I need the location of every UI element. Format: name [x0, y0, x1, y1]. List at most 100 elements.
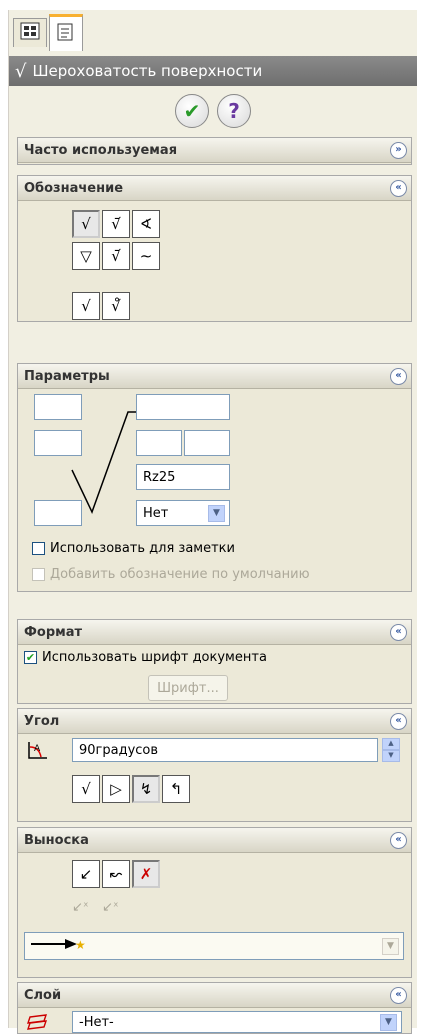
- group-format: Формат « ✔ Использовать шрифт документа …: [17, 619, 412, 704]
- symbol-jis-basic-button[interactable]: ▽: [72, 242, 100, 270]
- group-layer-header[interactable]: Слой «: [18, 983, 411, 1008]
- layer-select[interactable]: -Нет- ▼: [72, 1011, 402, 1033]
- collapse-icon[interactable]: «: [390, 986, 407, 1004]
- upright-icon: √: [81, 780, 91, 798]
- symbol-all-around-button[interactable]: √̊: [102, 292, 130, 320]
- basic-roughness-icon: √: [81, 215, 91, 233]
- jis-triangle-icon: ▽: [80, 247, 92, 265]
- group-angle: Угол « A 90градусов ▲ ▼ √ ▷ ↯ ↰: [17, 708, 412, 822]
- use-for-note-checkbox[interactable]: [32, 542, 45, 555]
- help-button[interactable]: ?: [217, 94, 251, 128]
- collapse-icon[interactable]: «: [390, 712, 407, 730]
- panel-splitter-handle[interactable]: ⋮: [417, 528, 422, 544]
- checkmark-icon: ✔: [183, 99, 201, 123]
- leader-straight-icon: ↙: [79, 865, 93, 883]
- symbol-jis-no-machining-button[interactable]: ∼: [132, 242, 160, 270]
- property-manager: √ Шероховатость поверхности ✔ ? Часто ис…: [8, 10, 417, 1034]
- param-roughness-input[interactable]: Rz25: [136, 464, 230, 490]
- group-leader: Выноска « ↙ ↜ ✗ ↙ˣ ↙ˣ ★ ▼: [17, 827, 412, 978]
- leader-bent-button[interactable]: ↜: [102, 860, 130, 888]
- group-title: Выноска: [24, 832, 89, 848]
- default-symbol-checkbox: [32, 568, 45, 581]
- collapse-icon[interactable]: «: [390, 367, 407, 385]
- panel-title-bar: √ Шероховатость поверхности: [9, 56, 417, 86]
- group-title: Параметры: [24, 368, 110, 384]
- rotation-perpendicular-button[interactable]: ↯: [132, 775, 160, 803]
- spin-up-icon[interactable]: ▲: [382, 738, 400, 750]
- group-angle-header[interactable]: Угол «: [18, 709, 411, 734]
- symbol-basic-button[interactable]: √: [72, 210, 100, 238]
- group-parameters-header[interactable]: Параметры «: [18, 364, 411, 389]
- perpendicular-icon: ↯: [139, 780, 153, 798]
- no-leader-icon: ✗: [139, 865, 153, 883]
- machining-prohibited-icon: ∢: [139, 215, 153, 233]
- group-favorites-header[interactable]: Часто используемая »: [18, 138, 411, 163]
- angle-spinner[interactable]: ▲ ▼: [382, 738, 400, 762]
- expand-icon[interactable]: »: [390, 141, 407, 159]
- group-title: Угол: [24, 713, 60, 729]
- use-doc-font-row[interactable]: ✔ Использовать шрифт документа: [24, 650, 267, 665]
- layer-value: -Нет-: [79, 1014, 114, 1030]
- group-leader-header[interactable]: Выноска «: [18, 828, 411, 853]
- group-symbol-header[interactable]: Обозначение «: [18, 176, 411, 201]
- group-favorites: Часто используемая »: [17, 137, 412, 165]
- chevron-down-icon[interactable]: ▼: [382, 937, 399, 955]
- angle-value: 90градусов: [79, 742, 159, 758]
- collapse-icon[interactable]: «: [390, 179, 407, 197]
- all-around-icon: √̊: [111, 297, 121, 315]
- surface-finish-icon: √: [15, 60, 27, 82]
- chevron-down-icon[interactable]: ▼: [208, 504, 225, 522]
- root-symbol-graphic: [71, 411, 136, 514]
- action-buttons: ✔ ?: [9, 88, 417, 134]
- use-for-note-row[interactable]: Использовать для заметки: [32, 541, 235, 556]
- collapse-icon[interactable]: «: [390, 831, 407, 849]
- use-for-note-label: Использовать для заметки: [50, 541, 235, 556]
- lay-direction-select[interactable]: Нет ▼: [136, 500, 230, 526]
- group-title: Часто используемая: [24, 142, 178, 158]
- symbol-jis-machining-button[interactable]: √̄: [102, 242, 130, 270]
- reverse-perpendicular-icon: ↰: [169, 780, 183, 798]
- tab-feature-manager[interactable]: [13, 18, 47, 47]
- param-production-method-input[interactable]: [136, 394, 230, 420]
- default-symbol-row: Добавить обозначение по умолчанию: [32, 567, 310, 582]
- rotation-reverse-button[interactable]: ↰: [162, 775, 190, 803]
- roughness-value: Rz25: [143, 469, 176, 485]
- symbol-machining-required-button[interactable]: √̄: [102, 210, 130, 238]
- rotation-upright-button[interactable]: √: [72, 775, 100, 803]
- tab-property-manager[interactable]: [49, 14, 83, 51]
- ok-button[interactable]: ✔: [175, 94, 209, 128]
- group-layer: Слой « -Нет- ▼: [17, 982, 412, 1034]
- symbol-machining-prohibited-button[interactable]: ∢: [132, 210, 160, 238]
- group-title: Обозначение: [24, 180, 124, 196]
- property-manager-icon: [56, 22, 76, 46]
- rotation-90-button[interactable]: ▷: [102, 775, 130, 803]
- param-sampling-length-input[interactable]: [184, 430, 230, 456]
- use-doc-font-checkbox[interactable]: ✔: [24, 651, 37, 664]
- param-max-roughness-input[interactable]: [136, 430, 182, 456]
- local-icon: √: [81, 297, 91, 315]
- angle-input[interactable]: 90градусов: [72, 738, 378, 762]
- layers-icon: [26, 1011, 50, 1035]
- leader-bent-icon: ↜: [109, 865, 123, 883]
- arrow-style-icon: ★: [31, 936, 91, 956]
- svg-text:★: ★: [75, 938, 86, 952]
- leader-smart-icon: ↙ˣ: [72, 900, 89, 915]
- group-format-header[interactable]: Формат «: [18, 620, 411, 645]
- group-title: Слой: [24, 987, 62, 1003]
- group-symbol: Обозначение « √ √̄ ∢ ▽ √̄ ∼ √ √̊: [17, 175, 412, 322]
- collapse-icon[interactable]: «: [390, 623, 407, 641]
- lay-direction-value: Нет: [143, 505, 169, 521]
- machining-required-icon: √̄: [111, 215, 121, 233]
- symbol-local-button[interactable]: √: [72, 292, 100, 320]
- tilde-icon: ∼: [139, 247, 153, 265]
- leader-straight-button[interactable]: ↙: [72, 860, 100, 888]
- group-parameters: Параметры « Rz25 Нет ▼ Использовать для …: [17, 363, 412, 592]
- arrow-style-select[interactable]: ★ ▼: [24, 932, 404, 960]
- svg-text:A: A: [34, 744, 41, 754]
- spin-down-icon[interactable]: ▼: [382, 750, 400, 762]
- default-symbol-label: Добавить обозначение по умолчанию: [50, 567, 310, 582]
- no-leader-button[interactable]: ✗: [132, 860, 160, 888]
- font-button: Шрифт...: [148, 675, 228, 701]
- tab-strip: [9, 10, 417, 56]
- feature-manager-icon: [20, 22, 40, 44]
